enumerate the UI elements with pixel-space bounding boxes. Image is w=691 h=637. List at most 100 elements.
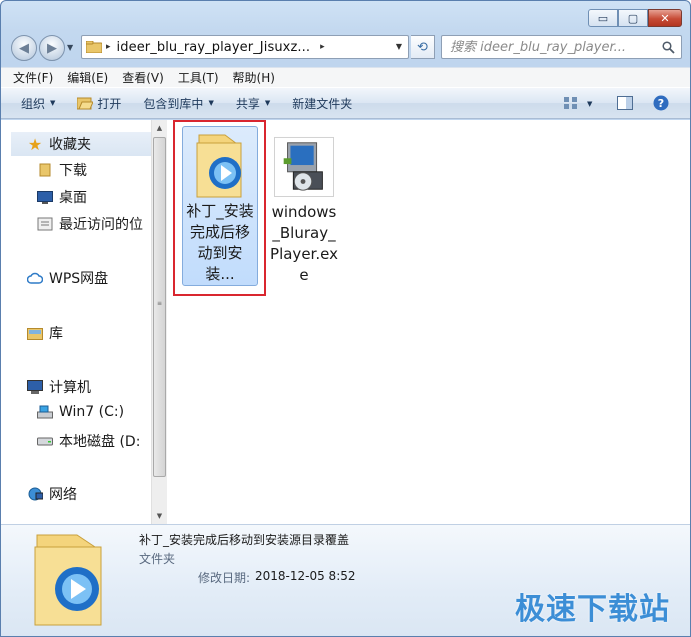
file-name[interactable]: 补丁_安装完成后移动到安装... (184, 201, 256, 285)
folder-icon (86, 41, 102, 53)
close-button[interactable]: ✕ (648, 9, 682, 27)
scroll-up-icon[interactable]: ▲ (152, 120, 167, 136)
recent-pages-dropdown[interactable]: ▼ (67, 43, 73, 52)
nav-libraries-label: 库 (49, 326, 63, 342)
menu-view[interactable]: 查看(V) (122, 69, 164, 86)
menu-edit[interactable]: 编辑(E) (67, 69, 108, 86)
menu-help[interactable]: 帮助(H) (233, 69, 275, 86)
explorer-window: ▭ ▢ ✕ ◀ ▶ ▼ ▸ ideer_blu_ray_player_Jisux… (0, 0, 691, 637)
include-label: 包含到库中 (143, 96, 204, 111)
search-input[interactable] (450, 39, 650, 55)
nav-downloads[interactable]: 下载 (37, 160, 87, 180)
nav-scrollbar[interactable]: ▲ ≡ ▼ (151, 120, 167, 524)
file-name[interactable]: windows_Bluray_Player.exe (268, 202, 340, 286)
star-icon: ★ (27, 134, 43, 154)
library-icon (27, 325, 43, 341)
change-view-icon[interactable] (563, 96, 579, 110)
site-watermark: 极速下载站 (515, 592, 670, 627)
include-in-library-button[interactable]: 包含到库中 ▼ (143, 95, 213, 112)
organize-button[interactable]: 组织 ▼ (21, 95, 55, 112)
back-button[interactable]: ◀ (11, 35, 37, 61)
grip-icon: ≡ (157, 300, 163, 307)
local-disk-icon (37, 433, 53, 449)
minimize-icon: ▭ (597, 11, 609, 25)
nav-wps-label: WPS网盘 (49, 271, 109, 287)
nav-computer[interactable]: 计算机 (27, 377, 91, 397)
nav-wps-cloud[interactable]: WPS网盘 (27, 268, 108, 288)
address-dropdown-icon[interactable]: ▼ (396, 42, 402, 51)
downloads-folder-icon (37, 162, 53, 178)
nav-network-label: 网络 (49, 487, 77, 503)
nav-drive-c[interactable]: Win7 (C:) (37, 404, 124, 420)
cloud-icon (27, 270, 43, 286)
svg-text:?: ? (658, 97, 664, 110)
nav-computer-label: 计算机 (49, 380, 91, 396)
nav-network[interactable]: 网络 (27, 484, 77, 504)
nav-recent[interactable]: 最近访问的位 (37, 214, 143, 234)
view-options-dropdown[interactable]: ▼ (587, 100, 592, 108)
folder-icon (190, 131, 250, 201)
details-type: 文件夹 (139, 552, 176, 566)
details-date-label: 修改日期: (198, 571, 251, 585)
navigation-pane: ★ 收藏夹 下载 桌面 最近访问的位 WPS网盘 库 计算机 Win7 (C:)… (1, 120, 151, 524)
file-list: 补丁_安装完成后移动到安装... windows_Bluray_Player.e… (168, 120, 690, 524)
chevron-down-icon: ▼ (208, 99, 214, 107)
menu-file[interactable]: 文件(F) (13, 69, 53, 86)
caption-buttons: ▭ ▢ ✕ (588, 9, 682, 27)
nav-downloads-label: 下载 (59, 163, 87, 179)
breadcrumb-separator[interactable]: ▸ (106, 42, 111, 52)
address-bar[interactable]: ▸ ideer_blu_ray_player_Jisuxz... ▸ ▼ (81, 35, 409, 59)
search-icon[interactable] (662, 41, 675, 54)
system-drive-icon (37, 404, 53, 420)
nav-drive-d-label: 本地磁盘 (D: (59, 434, 141, 450)
share-label: 共享 (235, 96, 260, 111)
details-title: 补丁_安装完成后移动到安装源目录覆盖 (139, 533, 350, 547)
organize-label: 组织 (21, 96, 46, 111)
search-box[interactable] (441, 35, 682, 59)
breadcrumb-current[interactable]: ideer_blu_ray_player_Jisuxz... (117, 40, 311, 55)
close-icon: ✕ (660, 11, 670, 25)
file-item-installer[interactable]: windows_Bluray_Player.exe (268, 126, 340, 286)
scroll-down-icon[interactable]: ▼ (152, 508, 167, 524)
nav-desktop-label: 桌面 (59, 190, 87, 206)
nav-libraries[interactable]: 库 (27, 323, 63, 343)
open-button[interactable]: 打开 (77, 95, 121, 112)
recent-places-icon (37, 216, 53, 232)
folder-preview-icon (34, 534, 102, 626)
content-area: ★ 收藏夹 下载 桌面 最近访问的位 WPS网盘 库 计算机 Win7 (C:)… (1, 120, 690, 524)
maximize-icon: ▢ (627, 11, 639, 25)
nav-recent-label: 最近访问的位 (59, 217, 143, 233)
details-date: 2018-12-05 8:52 (255, 569, 356, 583)
nav-favorites-label: 收藏夹 (49, 137, 91, 153)
open-folder-icon (77, 97, 94, 110)
chevron-down-icon: ▼ (264, 99, 271, 107)
menu-bar: 文件(F) 编辑(E) 查看(V) 工具(T) 帮助(H) (1, 67, 690, 87)
chevron-down-icon: ▼ (50, 99, 56, 107)
share-button[interactable]: 共享 ▼ (236, 95, 270, 112)
forward-button[interactable]: ▶ (39, 35, 65, 61)
nav-drive-d[interactable]: 本地磁盘 (D: (37, 431, 140, 451)
breadcrumb-separator[interactable]: ▸ (320, 42, 325, 52)
refresh-button[interactable]: ⟲ (411, 35, 435, 59)
details-pane: 补丁_安装完成后移动到安装源目录覆盖 文件夹 修改日期: 2018-12-05 … (1, 524, 690, 636)
help-icon[interactable]: ? (653, 95, 669, 111)
scroll-thumb[interactable]: ≡ (153, 137, 166, 477)
refresh-icon: ⟲ (417, 39, 428, 55)
file-item-patch-folder[interactable]: 补丁_安装完成后移动到安装... (182, 126, 258, 286)
forward-arrow-icon: ▶ (47, 40, 57, 56)
minimize-button[interactable]: ▭ (588, 9, 618, 27)
preview-pane-icon[interactable] (617, 96, 633, 110)
menu-tools[interactable]: 工具(T) (178, 69, 219, 86)
network-icon (27, 486, 43, 502)
nav-desktop[interactable]: 桌面 (37, 187, 87, 207)
new-folder-label: 新建文件夹 (292, 96, 353, 111)
nav-favorites[interactable]: ★ 收藏夹 (11, 132, 151, 156)
installer-icon (274, 130, 334, 202)
back-arrow-icon: ◀ (19, 40, 29, 56)
nav-drive-c-label: Win7 (C:) (59, 404, 125, 420)
desktop-icon (37, 189, 53, 205)
maximize-button[interactable]: ▢ (618, 9, 648, 27)
new-folder-button[interactable]: 新建文件夹 (292, 95, 352, 112)
computer-icon (27, 379, 43, 395)
open-label: 打开 (97, 96, 122, 111)
